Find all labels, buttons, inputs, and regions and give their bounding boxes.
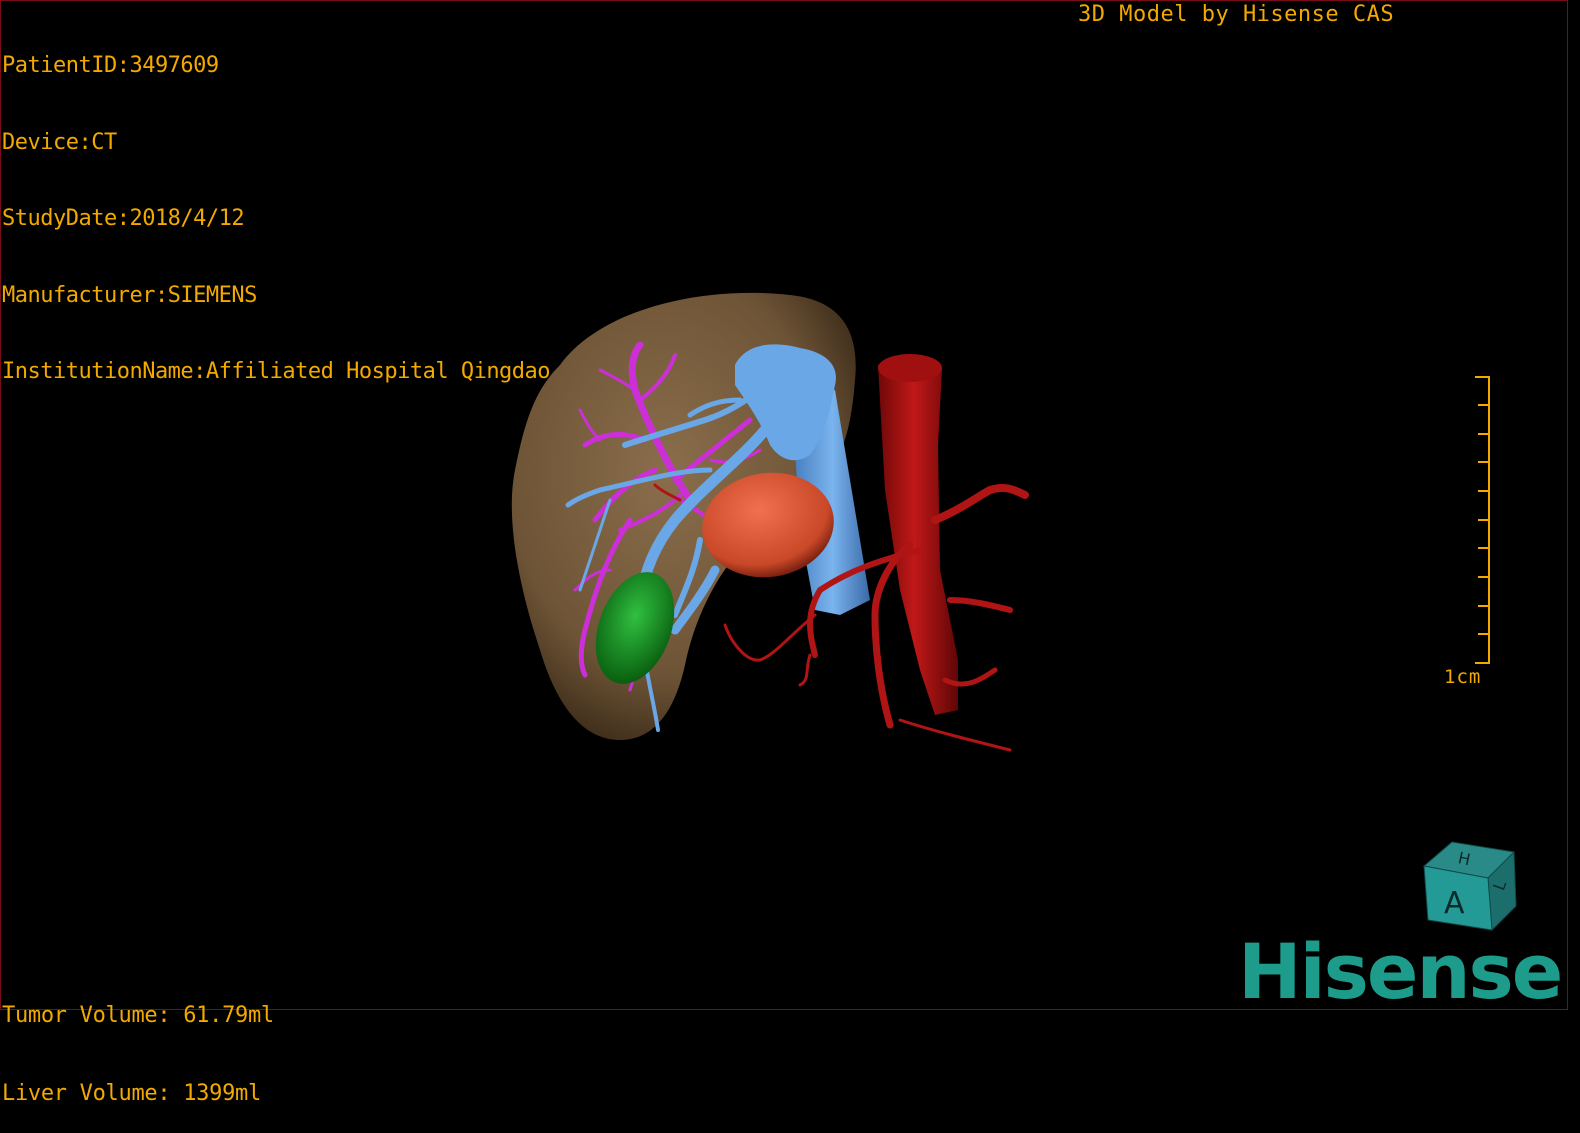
scale-bar xyxy=(1475,376,1490,664)
hisense-logo: Hisense xyxy=(1238,927,1563,1016)
scale-bar-label: 1cm xyxy=(1444,666,1482,688)
3d-model-render[interactable] xyxy=(480,270,1060,790)
tumor-volume: Tumor Volume: 61.79ml xyxy=(2,1003,274,1028)
study-date: StudyDate:2018/4/12 xyxy=(2,206,245,231)
app-title: 3D Model by Hisense CAS xyxy=(1078,2,1395,27)
3d-model-viewport[interactable] xyxy=(480,270,1060,790)
volume-measurements: Tumor Volume: 61.79ml Liver Volume: 1399… xyxy=(2,951,274,1133)
orientation-cube[interactable]: A H L xyxy=(1418,836,1522,936)
orientation-face-a: A xyxy=(1444,886,1465,921)
patient-id: PatientID:3497609 xyxy=(2,53,219,78)
device: Device:CT xyxy=(2,129,117,155)
liver-volume: Liver Volume: 1399ml xyxy=(2,1081,261,1106)
